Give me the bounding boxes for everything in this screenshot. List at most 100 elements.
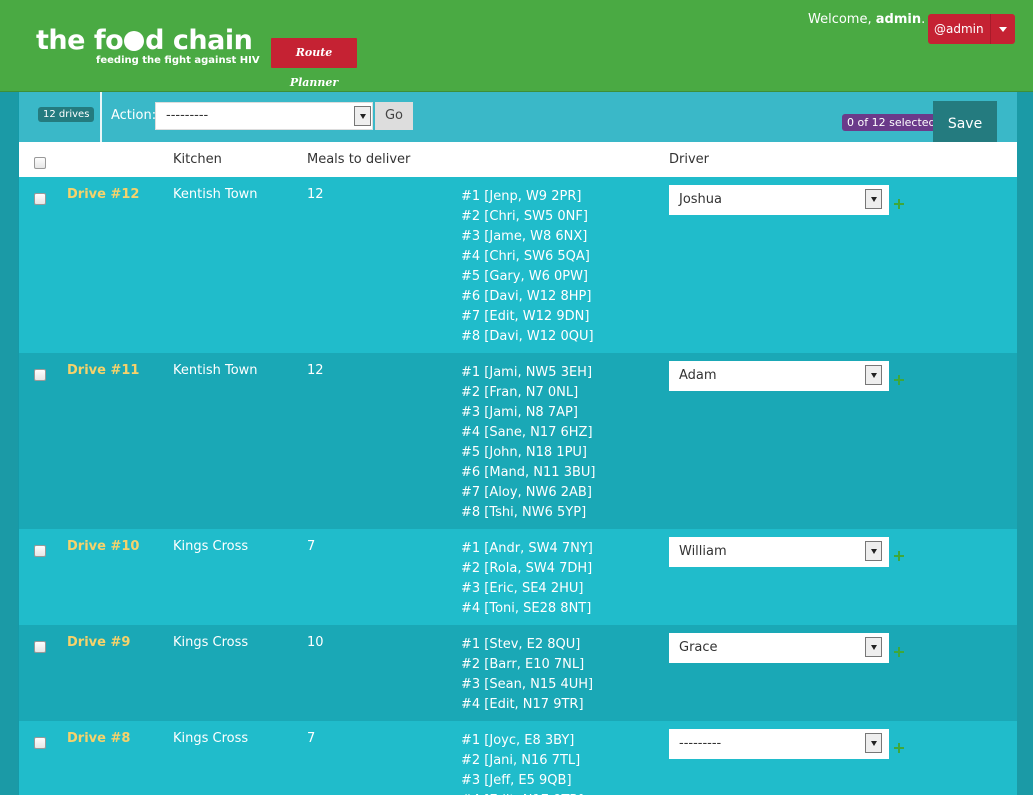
toolbar-divider	[100, 92, 102, 142]
logo-title-part2: d chain	[145, 25, 253, 56]
kitchen-cell: Kings Cross	[173, 539, 249, 554]
route-stop: #1 [Stev, E2 8QU]	[461, 637, 581, 652]
table-row: Drive #8 Kings Cross 7 #1 [Joyc, E8 3BY] #2 …	[19, 721, 1017, 795]
select-arrow-icon[interactable]	[865, 733, 882, 753]
kitchen-cell: Kentish Town	[173, 363, 258, 378]
route-stop: #3 [Jami, N8 7AP]	[461, 405, 578, 420]
route-stop: #3 [Eric, SE4 2HU]	[461, 581, 584, 596]
driver-select[interactable]: ---------	[669, 729, 889, 759]
select-arrow-icon[interactable]	[865, 365, 882, 385]
column-header-route[interactable]: Route	[463, 152, 501, 167]
apple-icon	[124, 31, 145, 51]
meals-cell: 10	[307, 635, 324, 650]
route-list: #1 [Stev, E2 8QU] #2 [Barr, E10 7NL] #3 [S…	[461, 635, 593, 715]
column-header-driver[interactable]: Driver	[669, 152, 709, 167]
select-arrow-icon[interactable]	[865, 637, 882, 657]
select-arrow-icon[interactable]	[865, 541, 882, 561]
driver-select-value: ---------	[679, 736, 722, 751]
kitchen-cell: Kentish Town	[173, 187, 258, 202]
drive-link[interactable]: Drive #9	[67, 635, 130, 650]
driver-select-value: William	[679, 544, 727, 559]
driver-select[interactable]: Joshua	[669, 185, 889, 215]
route-stop: #8 [Davi, W12 0QU]	[461, 329, 594, 344]
drives-panel: 12 drives Action: --------- Go 0 of 12 s…	[18, 92, 1017, 795]
driver-select[interactable]: Adam	[669, 361, 889, 391]
route-stop: #4 [Chri, SW6 5QA]	[461, 249, 590, 264]
user-menu-button[interactable]: @admin	[928, 14, 1015, 44]
route-stop: #1 [Jenp, W9 2PR]	[461, 189, 582, 204]
route-stop: #2 [Jani, N16 7TL]	[461, 753, 581, 768]
driver-select[interactable]: William	[669, 537, 889, 567]
route-list: #1 [Jami, NW5 3EH] #2 [Fran, N7 0NL] #3 [J…	[461, 363, 595, 523]
route-stop: #5 [John, N18 1PU]	[461, 445, 587, 460]
route-stop: #1 [Joyc, E8 3BY]	[461, 733, 575, 748]
drive-link[interactable]: Drive #8	[67, 731, 130, 746]
row-select-checkbox[interactable]	[34, 369, 46, 381]
route-stop: #6 [Davi, W12 8HP]	[461, 289, 592, 304]
driver-select-value: Adam	[679, 368, 717, 383]
table-row: Drive #11 Kentish Town 12 #1 [Jami, NW5 3EH…	[19, 353, 1017, 529]
route-stop: #6 [Mand, N11 3BU]	[461, 465, 596, 480]
table-row: Drive #10 Kings Cross 7 #1 [Andr, SW4 7NY] #…	[19, 529, 1017, 625]
route-stop: #4 [Edit, N17 9TR]	[461, 791, 584, 795]
add-driver-plus-icon[interactable]	[894, 199, 904, 209]
route-stop: #3 [Jeff, E5 9QB]	[461, 773, 572, 788]
action-select[interactable]: ---------	[155, 102, 373, 130]
add-driver-plus-icon[interactable]	[894, 647, 904, 657]
drive-link[interactable]: Drive #10	[67, 539, 139, 554]
table-row: Drive #12 Kentish Town 12 #1 [Jenp, W9 2PR]…	[19, 177, 1017, 353]
route-stop: #4 [Edit, N17 9TR]	[461, 697, 584, 712]
logo[interactable]: the fo d chain feeding the fight against …	[36, 26, 260, 67]
route-stop: #1 [Jami, NW5 3EH]	[461, 365, 593, 380]
go-button[interactable]: Go	[375, 102, 413, 130]
row-select-checkbox[interactable]	[34, 737, 46, 749]
route-list: #1 [Andr, SW4 7NY] #2 [Rola, SW4 7DH] #3 […	[461, 539, 593, 619]
logo-subtitle: feeding the fight against HIV	[96, 55, 260, 66]
action-label: Action:	[111, 108, 157, 123]
table-row: Drive #9 Kings Cross 10 #1 [Stev, E2 8QU] #2…	[19, 625, 1017, 721]
actions-toolbar: 12 drives Action: --------- Go 0 of 12 s…	[19, 92, 1017, 147]
route-planner-badge[interactable]: Route Planner	[271, 38, 357, 89]
selection-counter-badge: 0 of 12 selected	[842, 114, 941, 131]
select-arrow-icon[interactable]	[354, 106, 371, 126]
add-driver-plus-icon[interactable]	[894, 743, 904, 753]
row-select-checkbox[interactable]	[34, 545, 46, 557]
add-driver-plus-icon[interactable]	[894, 551, 904, 561]
route-stop: #4 [Toni, SE28 8NT]	[461, 601, 592, 616]
meals-cell: 7	[307, 539, 316, 554]
select-all-checkbox[interactable]	[34, 157, 46, 169]
column-header-drive[interactable]: Drive	[67, 152, 102, 167]
logo-title-part1: the fo	[36, 25, 124, 56]
column-header-kitchen[interactable]: Kitchen	[173, 152, 222, 167]
route-list: #1 [Joyc, E8 3BY] #2 [Jani, N16 7TL] #3 [J…	[461, 731, 584, 795]
caret-down-icon	[998, 26, 1007, 32]
table-header: Drive Kitchen Meals to deliver Route Dri…	[19, 142, 1017, 177]
route-stop: #3 [Jame, W8 6NX]	[461, 229, 588, 244]
driver-select[interactable]: Grace	[669, 633, 889, 663]
row-select-checkbox[interactable]	[34, 641, 46, 653]
drive-link[interactable]: Drive #12	[67, 187, 139, 202]
route-stop: #2 [Fran, N7 0NL]	[461, 385, 579, 400]
select-arrow-icon[interactable]	[865, 189, 882, 209]
column-header-meals[interactable]: Meals to deliver	[307, 152, 410, 167]
drive-link[interactable]: Drive #11	[67, 363, 139, 378]
driver-select-value: Joshua	[679, 192, 723, 207]
route-stop: #7 [Aloy, NW6 2AB]	[461, 485, 592, 500]
route-list: #1 [Jenp, W9 2PR] #2 [Chri, SW5 0NF] #3 [J…	[461, 187, 594, 347]
driver-select-value: Grace	[679, 640, 718, 655]
route-stop: #2 [Chri, SW5 0NF]	[461, 209, 588, 224]
route-stop: #8 [Tshi, NW6 5YP]	[461, 505, 587, 520]
route-stop: #2 [Rola, SW4 7DH]	[461, 561, 593, 576]
route-stop: #4 [Sane, N17 6HZ]	[461, 425, 593, 440]
add-driver-plus-icon[interactable]	[894, 375, 904, 385]
route-stop: #5 [Gary, W6 0PW]	[461, 269, 589, 284]
save-button[interactable]: Save	[933, 101, 997, 147]
row-select-checkbox[interactable]	[34, 193, 46, 205]
meals-cell: 12	[307, 187, 324, 202]
user-menu-dropdown-toggle[interactable]	[991, 14, 1015, 44]
meals-cell: 7	[307, 731, 316, 746]
action-select-value: ---------	[166, 108, 209, 123]
route-stop: #3 [Sean, N15 4UH]	[461, 677, 594, 692]
drive-count-badge: 12 drives	[38, 107, 95, 122]
kitchen-cell: Kings Cross	[173, 731, 249, 746]
